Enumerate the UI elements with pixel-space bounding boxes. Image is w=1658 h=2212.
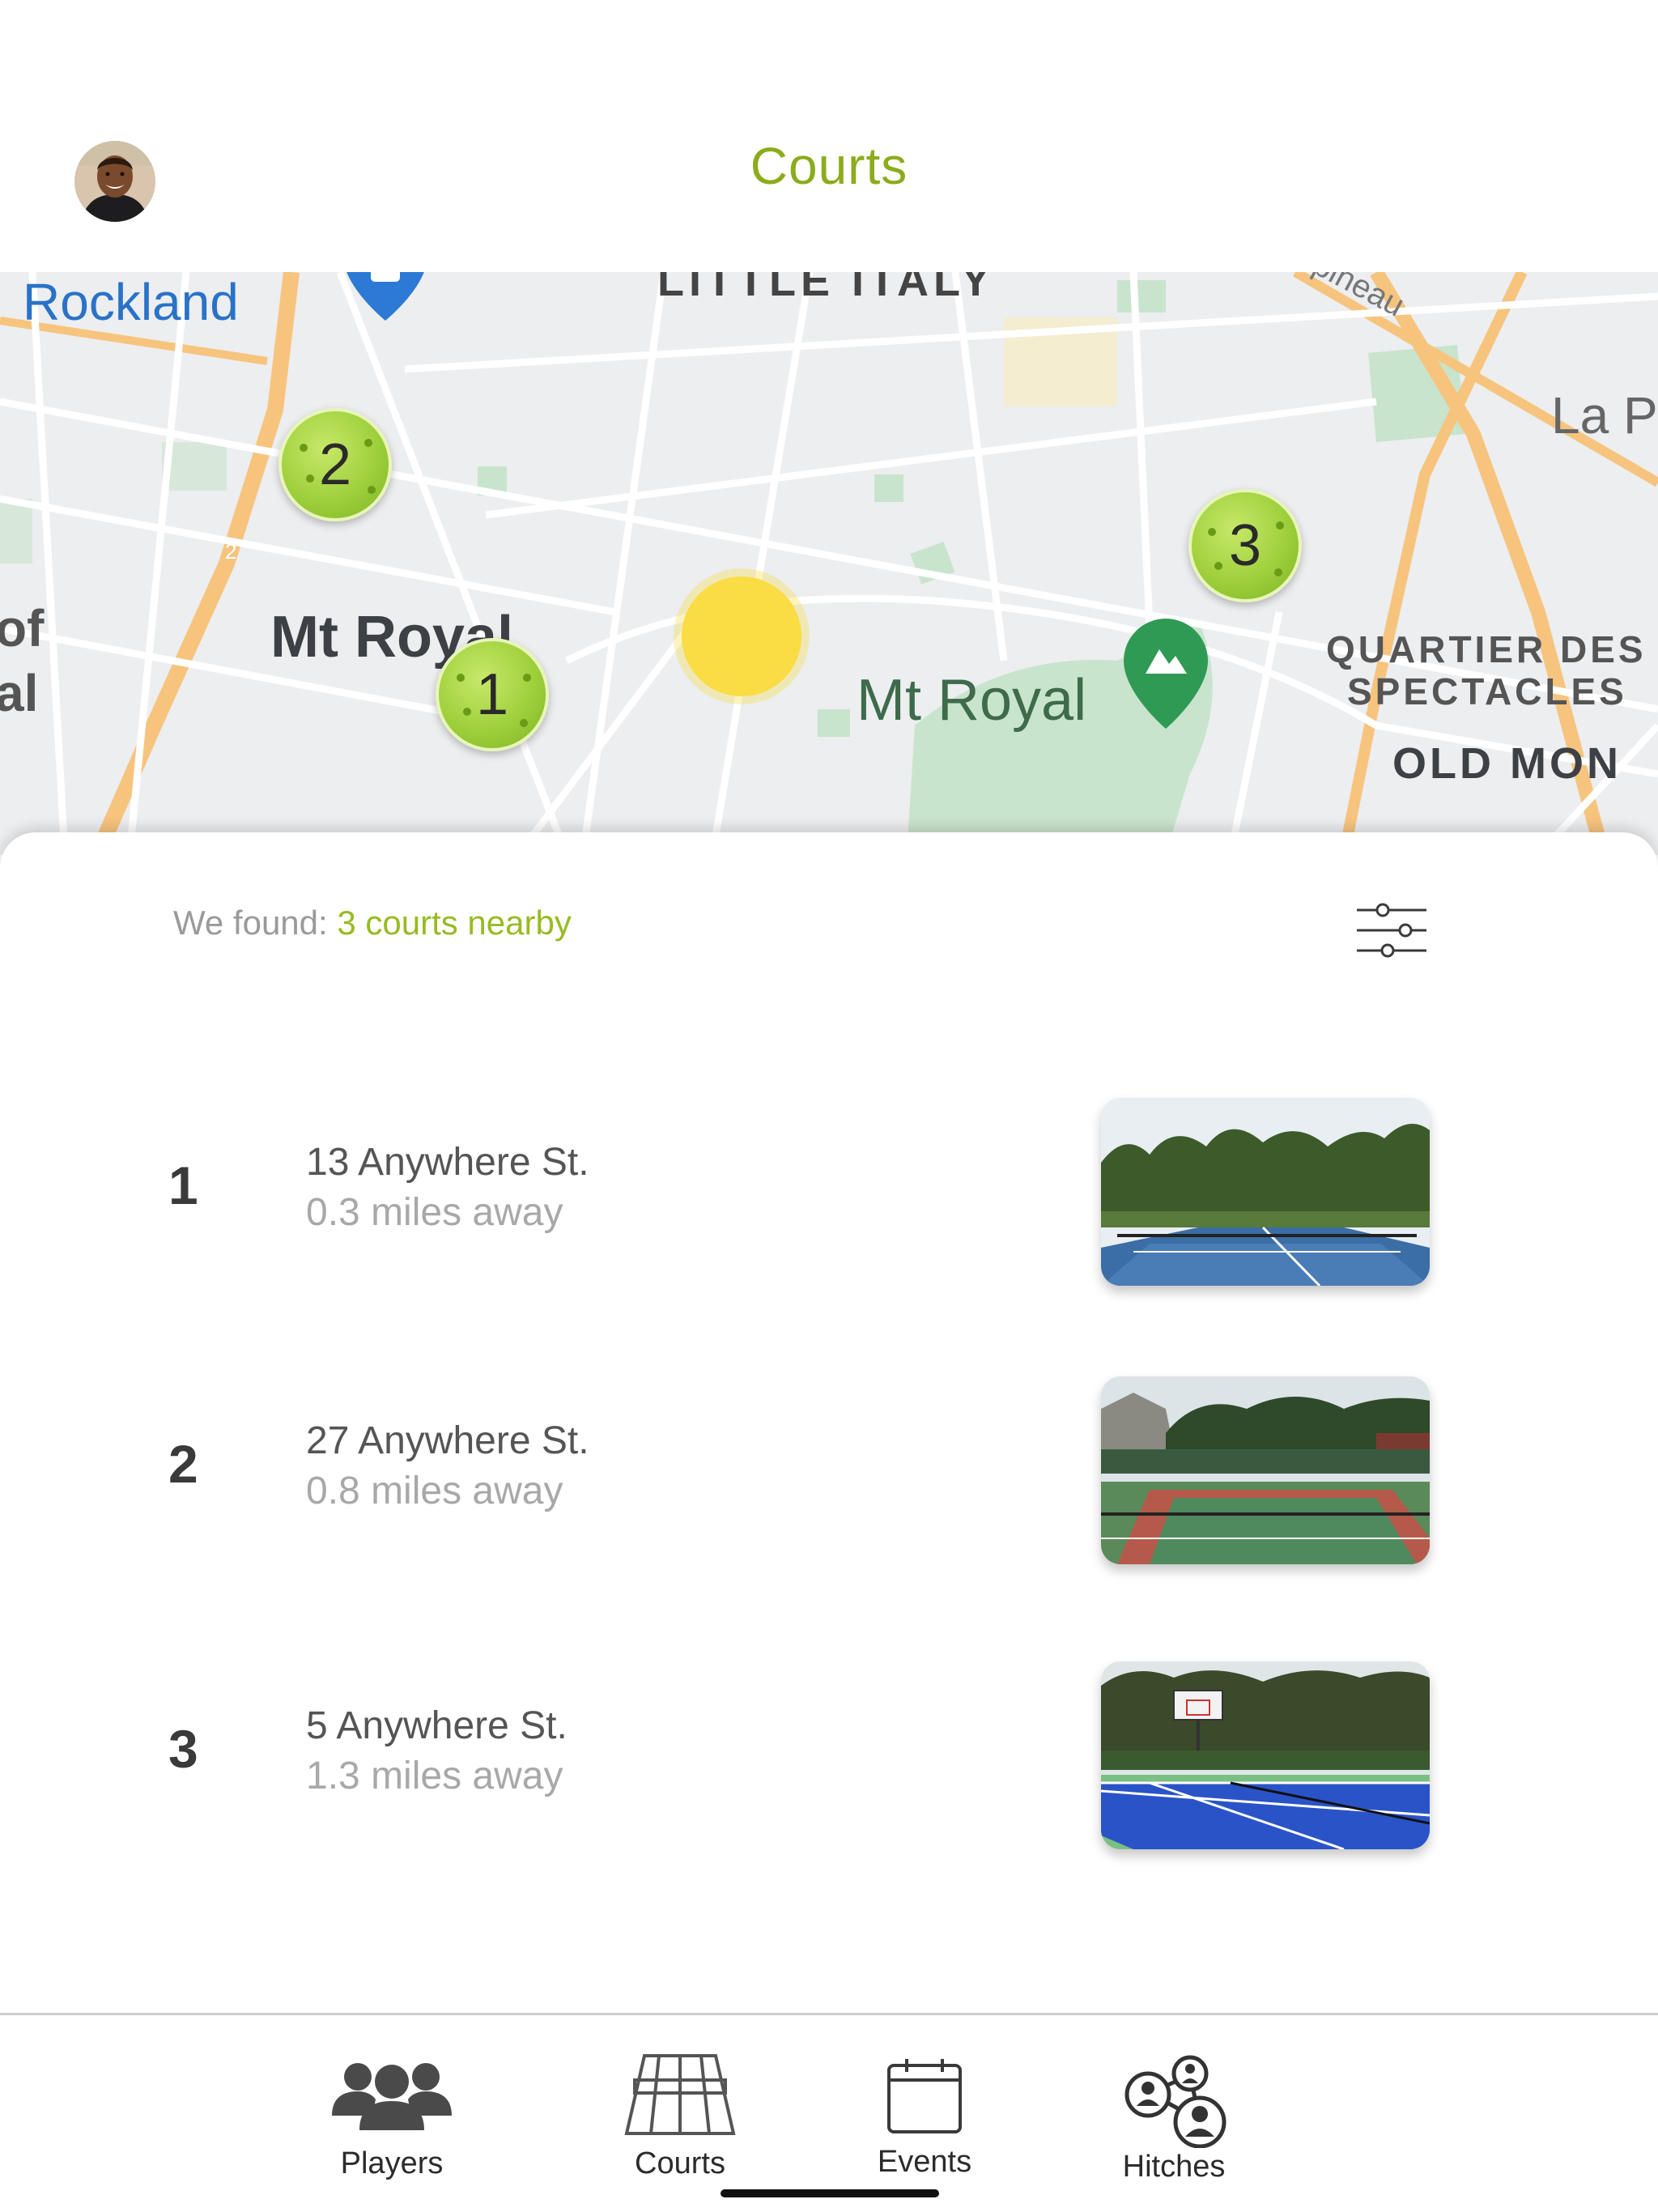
bottom-tab-bar: Players Courts Events Hitches (0, 2013, 1658, 2212)
map-label-little-italy: LITTLE ITALY (657, 272, 995, 305)
network-icon (1124, 2055, 1226, 2148)
court-address: 27 Anywhere St. (306, 1419, 589, 1462)
court-marker-1[interactable]: 1 (436, 638, 549, 751)
page-title: Courts (750, 137, 908, 195)
court-marker-label: 2 (318, 432, 352, 497)
map-label-quartier: QUARTIER DES SPECTACLES (1326, 628, 1647, 713)
home-indicator[interactable] (721, 2189, 939, 2197)
results-sheet: We found: 3 courts nearby 1 13 Anywhere … (0, 832, 1658, 2013)
court-number: 1 (168, 1155, 198, 1215)
map-view[interactable]: Rockland LITTLE ITALY pineau La P Mt Roy… (0, 272, 1658, 855)
results-count: 3 courts nearby (337, 904, 572, 942)
map-label-quartier-line1: QUARTIER DES (1326, 628, 1647, 670)
court-address: 13 Anywhere St. (306, 1141, 589, 1184)
court-photo-image (1101, 1661, 1430, 1849)
court-icon (624, 2054, 736, 2135)
map-label-la-p: La P (1551, 386, 1658, 445)
tab-events-label: Events (877, 2145, 972, 2179)
court-number: 2 (168, 1434, 198, 1494)
court-distance: 0.3 miles away (306, 1191, 563, 1234)
calendar-icon (887, 2059, 962, 2133)
map-label-of-line1: of (0, 599, 45, 657)
court-photo[interactable] (1101, 1661, 1430, 1849)
tab-courts-label: Courts (635, 2146, 725, 2180)
map-label-quartier-line2: SPECTACLES (1347, 670, 1627, 713)
map-label-of: of al (0, 596, 44, 725)
court-list-item[interactable]: 3 5 Anywhere St. 1.3 miles away (0, 1661, 1658, 1856)
user-location-dot (682, 576, 801, 696)
court-distance: 0.8 miles away (306, 1470, 563, 1512)
tab-hitches[interactable]: Hitches (1093, 2015, 1255, 2212)
map-label-small-number: 2 (225, 539, 237, 564)
app-header: Courts (0, 0, 1658, 272)
tab-courts[interactable]: Courts (599, 2015, 761, 2212)
court-marker-label: 3 (1228, 513, 1262, 578)
court-list-item[interactable]: 2 27 Anywhere St. 0.8 miles away (0, 1376, 1658, 1571)
court-photo[interactable] (1101, 1098, 1430, 1286)
map-label-rockland: Rockland (23, 273, 239, 331)
court-marker-2[interactable]: 2 (278, 408, 392, 521)
tab-players-label: Players (340, 2146, 444, 2180)
court-photo-image (1101, 1098, 1430, 1286)
court-marker-3[interactable]: 3 (1188, 489, 1302, 602)
court-distance: 1.3 miles away (306, 1755, 563, 1797)
results-summary: We found: 3 courts nearby (173, 904, 572, 942)
court-photo-image (1101, 1376, 1430, 1564)
court-list-item[interactable]: 1 13 Anywhere St. 0.3 miles away (0, 1098, 1658, 1292)
results-prefix: We found: (173, 904, 338, 942)
court-marker-label: 1 (475, 662, 509, 727)
court-address: 5 Anywhere St. (306, 1704, 568, 1747)
court-number: 3 (168, 1719, 198, 1779)
tab-events[interactable]: Events (844, 2015, 1005, 2212)
map-label-of-line2: al (0, 664, 39, 722)
sliders-icon[interactable] (1355, 902, 1428, 959)
map-label-old-mon: OLD MON (1392, 739, 1622, 788)
tab-hitches-label: Hitches (1122, 2150, 1226, 2184)
tab-players[interactable]: Players (311, 2015, 473, 2212)
map-label-mt-royal-park: Mt Royal (857, 668, 1087, 733)
people-icon (332, 2063, 452, 2130)
court-photo[interactable] (1101, 1376, 1430, 1564)
